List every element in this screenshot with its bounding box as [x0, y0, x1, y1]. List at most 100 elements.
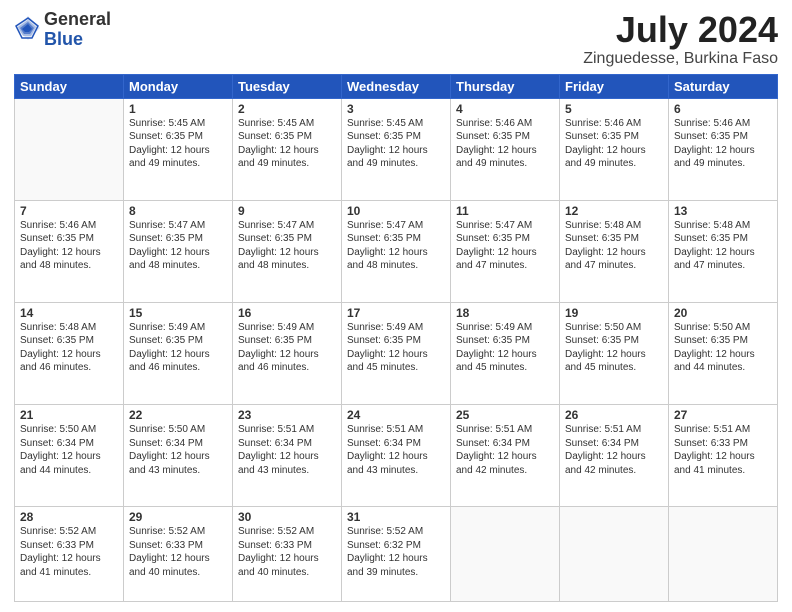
day-number: 16	[238, 306, 336, 320]
day-number: 17	[347, 306, 445, 320]
cell-info: Sunrise: 5:47 AM Sunset: 6:35 PM Dayligh…	[347, 219, 445, 273]
calendar-header-sunday: Sunday	[15, 74, 124, 98]
day-number: 6	[674, 102, 772, 116]
day-number: 25	[456, 408, 554, 422]
calendar-cell: 6Sunrise: 5:46 AM Sunset: 6:35 PM Daylig…	[669, 98, 778, 200]
cell-info: Sunrise: 5:50 AM Sunset: 6:35 PM Dayligh…	[674, 321, 772, 375]
header: General Blue July 2024 Zinguedesse, Burk…	[14, 10, 778, 68]
calendar-header-thursday: Thursday	[451, 74, 560, 98]
day-number: 18	[456, 306, 554, 320]
day-number: 27	[674, 408, 772, 422]
day-number: 28	[20, 510, 118, 524]
calendar-cell: 30Sunrise: 5:52 AM Sunset: 6:33 PM Dayli…	[233, 507, 342, 602]
logo-blue: Blue	[44, 29, 83, 49]
calendar-cell: 26Sunrise: 5:51 AM Sunset: 6:34 PM Dayli…	[560, 405, 669, 507]
calendar-cell: 11Sunrise: 5:47 AM Sunset: 6:35 PM Dayli…	[451, 200, 560, 302]
day-number: 3	[347, 102, 445, 116]
cell-info: Sunrise: 5:48 AM Sunset: 6:35 PM Dayligh…	[565, 219, 663, 273]
day-number: 31	[347, 510, 445, 524]
calendar-week-row: 14Sunrise: 5:48 AM Sunset: 6:35 PM Dayli…	[15, 302, 778, 404]
calendar-header-monday: Monday	[124, 74, 233, 98]
calendar-cell: 21Sunrise: 5:50 AM Sunset: 6:34 PM Dayli…	[15, 405, 124, 507]
logo: General Blue	[14, 10, 111, 50]
cell-info: Sunrise: 5:51 AM Sunset: 6:34 PM Dayligh…	[347, 423, 445, 477]
calendar-cell: 3Sunrise: 5:45 AM Sunset: 6:35 PM Daylig…	[342, 98, 451, 200]
cell-info: Sunrise: 5:52 AM Sunset: 6:33 PM Dayligh…	[20, 525, 118, 579]
calendar-cell: 25Sunrise: 5:51 AM Sunset: 6:34 PM Dayli…	[451, 405, 560, 507]
cell-info: Sunrise: 5:49 AM Sunset: 6:35 PM Dayligh…	[456, 321, 554, 375]
cell-info: Sunrise: 5:49 AM Sunset: 6:35 PM Dayligh…	[347, 321, 445, 375]
cell-info: Sunrise: 5:46 AM Sunset: 6:35 PM Dayligh…	[565, 117, 663, 171]
logo-text: General Blue	[44, 10, 111, 50]
calendar-week-row: 7Sunrise: 5:46 AM Sunset: 6:35 PM Daylig…	[15, 200, 778, 302]
day-number: 4	[456, 102, 554, 116]
calendar-cell	[15, 98, 124, 200]
day-number: 21	[20, 408, 118, 422]
day-number: 22	[129, 408, 227, 422]
calendar-cell: 5Sunrise: 5:46 AM Sunset: 6:35 PM Daylig…	[560, 98, 669, 200]
calendar-cell: 12Sunrise: 5:48 AM Sunset: 6:35 PM Dayli…	[560, 200, 669, 302]
cell-info: Sunrise: 5:48 AM Sunset: 6:35 PM Dayligh…	[674, 219, 772, 273]
day-number: 10	[347, 204, 445, 218]
cell-info: Sunrise: 5:49 AM Sunset: 6:35 PM Dayligh…	[129, 321, 227, 375]
cell-info: Sunrise: 5:51 AM Sunset: 6:34 PM Dayligh…	[238, 423, 336, 477]
calendar-cell: 10Sunrise: 5:47 AM Sunset: 6:35 PM Dayli…	[342, 200, 451, 302]
day-number: 9	[238, 204, 336, 218]
calendar-cell: 19Sunrise: 5:50 AM Sunset: 6:35 PM Dayli…	[560, 302, 669, 404]
cell-info: Sunrise: 5:51 AM Sunset: 6:34 PM Dayligh…	[565, 423, 663, 477]
day-number: 1	[129, 102, 227, 116]
day-number: 11	[456, 204, 554, 218]
cell-info: Sunrise: 5:49 AM Sunset: 6:35 PM Dayligh…	[238, 321, 336, 375]
calendar-cell: 15Sunrise: 5:49 AM Sunset: 6:35 PM Dayli…	[124, 302, 233, 404]
day-number: 26	[565, 408, 663, 422]
calendar-header-friday: Friday	[560, 74, 669, 98]
calendar-header-row: SundayMondayTuesdayWednesdayThursdayFrid…	[15, 74, 778, 98]
day-number: 14	[20, 306, 118, 320]
cell-info: Sunrise: 5:51 AM Sunset: 6:34 PM Dayligh…	[456, 423, 554, 477]
calendar-week-row: 1Sunrise: 5:45 AM Sunset: 6:35 PM Daylig…	[15, 98, 778, 200]
day-number: 2	[238, 102, 336, 116]
cell-info: Sunrise: 5:48 AM Sunset: 6:35 PM Dayligh…	[20, 321, 118, 375]
calendar-cell: 31Sunrise: 5:52 AM Sunset: 6:32 PM Dayli…	[342, 507, 451, 602]
cell-info: Sunrise: 5:46 AM Sunset: 6:35 PM Dayligh…	[20, 219, 118, 273]
calendar-cell	[451, 507, 560, 602]
cell-info: Sunrise: 5:52 AM Sunset: 6:32 PM Dayligh…	[347, 525, 445, 579]
calendar-cell: 17Sunrise: 5:49 AM Sunset: 6:35 PM Dayli…	[342, 302, 451, 404]
cell-info: Sunrise: 5:47 AM Sunset: 6:35 PM Dayligh…	[456, 219, 554, 273]
cell-info: Sunrise: 5:45 AM Sunset: 6:35 PM Dayligh…	[238, 117, 336, 171]
cell-info: Sunrise: 5:46 AM Sunset: 6:35 PM Dayligh…	[456, 117, 554, 171]
calendar-cell: 4Sunrise: 5:46 AM Sunset: 6:35 PM Daylig…	[451, 98, 560, 200]
day-number: 20	[674, 306, 772, 320]
day-number: 7	[20, 204, 118, 218]
calendar-table: SundayMondayTuesdayWednesdayThursdayFrid…	[14, 74, 778, 602]
cell-info: Sunrise: 5:45 AM Sunset: 6:35 PM Dayligh…	[347, 117, 445, 171]
page: General Blue July 2024 Zinguedesse, Burk…	[0, 0, 792, 612]
cell-info: Sunrise: 5:47 AM Sunset: 6:35 PM Dayligh…	[238, 219, 336, 273]
calendar-week-row: 28Sunrise: 5:52 AM Sunset: 6:33 PM Dayli…	[15, 507, 778, 602]
cell-info: Sunrise: 5:50 AM Sunset: 6:35 PM Dayligh…	[565, 321, 663, 375]
day-number: 8	[129, 204, 227, 218]
calendar-header-saturday: Saturday	[669, 74, 778, 98]
day-number: 30	[238, 510, 336, 524]
calendar-cell: 24Sunrise: 5:51 AM Sunset: 6:34 PM Dayli…	[342, 405, 451, 507]
calendar-cell: 13Sunrise: 5:48 AM Sunset: 6:35 PM Dayli…	[669, 200, 778, 302]
calendar-cell: 9Sunrise: 5:47 AM Sunset: 6:35 PM Daylig…	[233, 200, 342, 302]
calendar-cell: 2Sunrise: 5:45 AM Sunset: 6:35 PM Daylig…	[233, 98, 342, 200]
month-title: July 2024	[583, 10, 778, 50]
cell-info: Sunrise: 5:46 AM Sunset: 6:35 PM Dayligh…	[674, 117, 772, 171]
calendar-cell: 27Sunrise: 5:51 AM Sunset: 6:33 PM Dayli…	[669, 405, 778, 507]
cell-info: Sunrise: 5:51 AM Sunset: 6:33 PM Dayligh…	[674, 423, 772, 477]
day-number: 15	[129, 306, 227, 320]
cell-info: Sunrise: 5:50 AM Sunset: 6:34 PM Dayligh…	[129, 423, 227, 477]
calendar-cell: 23Sunrise: 5:51 AM Sunset: 6:34 PM Dayli…	[233, 405, 342, 507]
calendar-header-wednesday: Wednesday	[342, 74, 451, 98]
title-block: July 2024 Zinguedesse, Burkina Faso	[583, 10, 778, 68]
cell-info: Sunrise: 5:45 AM Sunset: 6:35 PM Dayligh…	[129, 117, 227, 171]
calendar-cell: 1Sunrise: 5:45 AM Sunset: 6:35 PM Daylig…	[124, 98, 233, 200]
cell-info: Sunrise: 5:47 AM Sunset: 6:35 PM Dayligh…	[129, 219, 227, 273]
calendar-cell: 7Sunrise: 5:46 AM Sunset: 6:35 PM Daylig…	[15, 200, 124, 302]
calendar-cell: 16Sunrise: 5:49 AM Sunset: 6:35 PM Dayli…	[233, 302, 342, 404]
day-number: 19	[565, 306, 663, 320]
calendar-cell: 18Sunrise: 5:49 AM Sunset: 6:35 PM Dayli…	[451, 302, 560, 404]
day-number: 23	[238, 408, 336, 422]
